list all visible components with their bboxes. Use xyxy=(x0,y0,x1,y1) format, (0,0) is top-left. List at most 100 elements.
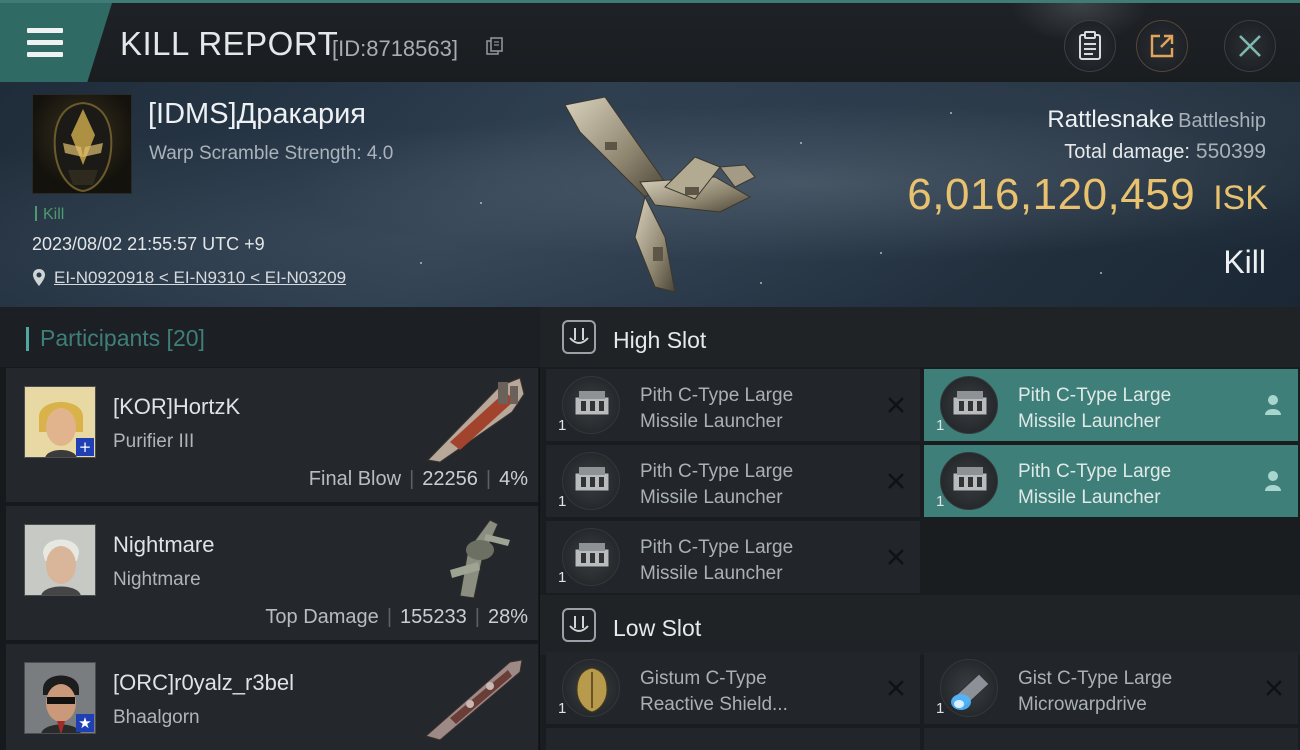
participant-percent: 4% xyxy=(499,468,528,490)
victim-avatar[interactable] xyxy=(32,94,132,194)
copy-icon[interactable] xyxy=(485,36,505,56)
kill-timestamp: 2023/08/02 21:55:57 UTC +9 xyxy=(32,234,265,254)
missile-launcher-icon xyxy=(562,452,620,510)
kill-tag: Kill xyxy=(35,206,64,224)
share-icon xyxy=(1150,34,1174,58)
module-quantity: 1 xyxy=(558,700,567,717)
x-icon xyxy=(884,469,908,493)
module-quantity: 1 xyxy=(936,700,945,717)
close-button[interactable] xyxy=(1224,20,1276,72)
isk-unit: ISK xyxy=(1213,179,1268,217)
participant-card[interactable]: Nightmare Nightmare Top Damage | 155233 | 28… xyxy=(6,506,538,640)
high-slot-glyph-icon xyxy=(569,328,589,344)
pilot-portrait-icon xyxy=(25,525,95,595)
participant-ship: Bhaalgorn xyxy=(113,707,200,728)
clipboard-icon xyxy=(1079,31,1101,60)
location-link[interactable]: EI-N0920918 < EI-N9310 < EI-N03209 xyxy=(54,268,346,288)
fitting-panel: High Slot 1 Pith C-Type Large Missile Lau… xyxy=(540,307,1300,750)
module-name-line2: Missile Launcher xyxy=(640,487,783,508)
victim-ship-image xyxy=(564,96,756,293)
stats-separator: | xyxy=(409,468,415,490)
low-slot-glyph-icon xyxy=(569,616,589,632)
isk-value-line: 6,016,120,459 ISK xyxy=(907,170,1268,220)
module-name-line2: Reactive Shield... xyxy=(640,694,788,715)
stats-separator: | xyxy=(485,468,492,490)
participant-name: Nightmare xyxy=(113,532,215,557)
participant-ship-image xyxy=(426,377,525,463)
stats-separator: | xyxy=(474,606,480,628)
module-name-line1: Pith C-Type Large xyxy=(1018,385,1172,406)
result-label: Kill xyxy=(1223,244,1266,280)
x-icon xyxy=(1262,676,1286,700)
module-item[interactable]: 1 Pith C-Type Large Missile Launcher xyxy=(546,369,920,441)
location-breadcrumb: EI-N0920918 < EI-N9310 < EI-N03209 xyxy=(32,267,346,289)
participant-ship-image xyxy=(424,659,523,740)
module-item[interactable]: 1 Gist C-Type Large Microwarpdrive xyxy=(924,652,1298,724)
participant-role: Top Damage xyxy=(265,606,379,628)
module-name: Pith C-Type Large Missile Launcher xyxy=(1018,383,1248,435)
total-damage-label: Total damage: xyxy=(1064,141,1190,163)
module-name-line2: Missile Launcher xyxy=(1018,411,1161,432)
location-pin-icon xyxy=(33,269,45,286)
module-item[interactable]: 1 Pith C-Type Large Missile Launcher xyxy=(546,445,920,517)
participant-card[interactable]: + [KOR]HortzK Purifier III Final Blow | 22… xyxy=(6,368,538,502)
participant-ship-image xyxy=(450,519,510,599)
hamburger-icon xyxy=(27,28,63,64)
corp-badge-icon: ★ xyxy=(76,714,94,732)
total-damage-line: Total damage: 550399 xyxy=(1064,140,1266,164)
victim-banner: [IDMS]Дракария Warp Scramble Strength: 4… xyxy=(0,82,1300,307)
participant-avatar xyxy=(24,524,96,596)
warp-scramble-strength: Warp Scramble Strength: 4.0 xyxy=(149,143,394,164)
module-name-line1: Gistum C-Type xyxy=(640,668,767,689)
module-name-line1: Gist C-Type Large xyxy=(1018,668,1173,689)
module-name-line1: Pith C-Type Large xyxy=(640,537,794,558)
share-button[interactable] xyxy=(1136,20,1188,72)
participant-stats: Top Damage | 155233 | 28% xyxy=(265,606,528,629)
helmet-portrait-icon xyxy=(53,101,113,193)
x-icon xyxy=(884,676,908,700)
low-slot-header: Low Slot xyxy=(540,595,1300,655)
module-item[interactable]: 1 Pith C-Type Large Missile Launcher xyxy=(924,369,1298,441)
module-name-line2: Missile Launcher xyxy=(640,411,783,432)
header-bar: KILL REPORT [ID:8718563] xyxy=(0,0,1300,82)
participants-title: Participants [20] xyxy=(40,325,205,351)
module-item-partial[interactable] xyxy=(924,728,1298,750)
module-name-line1: Pith C-Type Large xyxy=(640,461,794,482)
person-icon xyxy=(1265,471,1281,491)
module-item[interactable]: 1 Gistum C-Type Reactive Shield... xyxy=(546,652,920,724)
module-name-line2: Microwarpdrive xyxy=(1018,694,1147,715)
person-icon xyxy=(1265,395,1281,415)
participant-card[interactable]: ★ [ORC]r0yalz_r3bel Bhaalgorn xyxy=(6,644,538,750)
module-name-line1: Pith C-Type Large xyxy=(1018,461,1172,482)
clipboard-button[interactable] xyxy=(1064,20,1116,72)
report-id: [ID:8718563] xyxy=(332,36,458,61)
module-quantity: 1 xyxy=(936,417,945,434)
victim-ship-line: Rattlesnake Battleship xyxy=(1047,106,1266,134)
module-item-partial[interactable] xyxy=(546,728,920,750)
module-name: Pith C-Type Large Missile Launcher xyxy=(1018,459,1248,511)
participant-ship: Purifier III xyxy=(113,431,195,452)
victim-name: [IDMS]Дракария xyxy=(148,98,366,130)
module-name-line2: Missile Launcher xyxy=(1018,487,1161,508)
corp-badge-icon: + xyxy=(76,438,94,456)
participant-avatar: + xyxy=(24,386,96,458)
participant-avatar: ★ xyxy=(24,662,96,734)
high-slot-title: High Slot xyxy=(613,327,707,353)
module-name: Pith C-Type Large Missile Launcher xyxy=(640,459,870,511)
missile-launcher-icon xyxy=(562,376,620,434)
module-name: Pith C-Type Large Missile Launcher xyxy=(640,535,870,587)
x-icon xyxy=(884,545,908,569)
low-slot-title: Low Slot xyxy=(613,615,702,641)
menu-button[interactable] xyxy=(0,3,112,82)
victim-ship-class: Battleship xyxy=(1178,110,1266,132)
module-item[interactable]: 1 Pith C-Type Large Missile Launcher xyxy=(924,445,1298,517)
module-name: Gist C-Type Large Microwarpdrive xyxy=(1018,666,1248,718)
participant-stats: Final Blow | 22256 | 4% xyxy=(309,468,528,491)
close-icon xyxy=(1239,35,1261,57)
victim-ship-name: Rattlesnake xyxy=(1047,106,1175,133)
module-name-line2: Missile Launcher xyxy=(640,563,783,584)
participant-ship: Nightmare xyxy=(113,569,201,590)
participants-header: Participants [20] xyxy=(0,307,540,367)
module-name: Pith C-Type Large Missile Launcher xyxy=(640,383,870,435)
module-item[interactable]: 1 Pith C-Type Large Missile Launcher xyxy=(546,521,920,593)
